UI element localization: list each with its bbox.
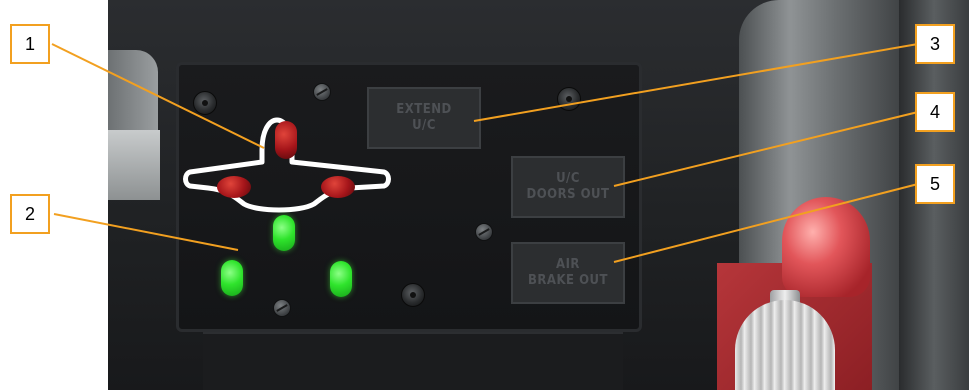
leader-line-4 — [613, 111, 919, 187]
leader-line-3 — [473, 43, 919, 122]
leader-line-5 — [613, 183, 919, 263]
callout-3: 3 — [915, 24, 955, 64]
leader-line-2 — [53, 213, 239, 251]
callout-1: 1 — [10, 24, 50, 64]
callout-2: 2 — [10, 194, 50, 234]
callout-leader-lines — [51, 43, 919, 263]
callout-4: 4 — [915, 92, 955, 132]
leader-line-1 — [51, 43, 265, 149]
callout-5: 5 — [915, 164, 955, 204]
